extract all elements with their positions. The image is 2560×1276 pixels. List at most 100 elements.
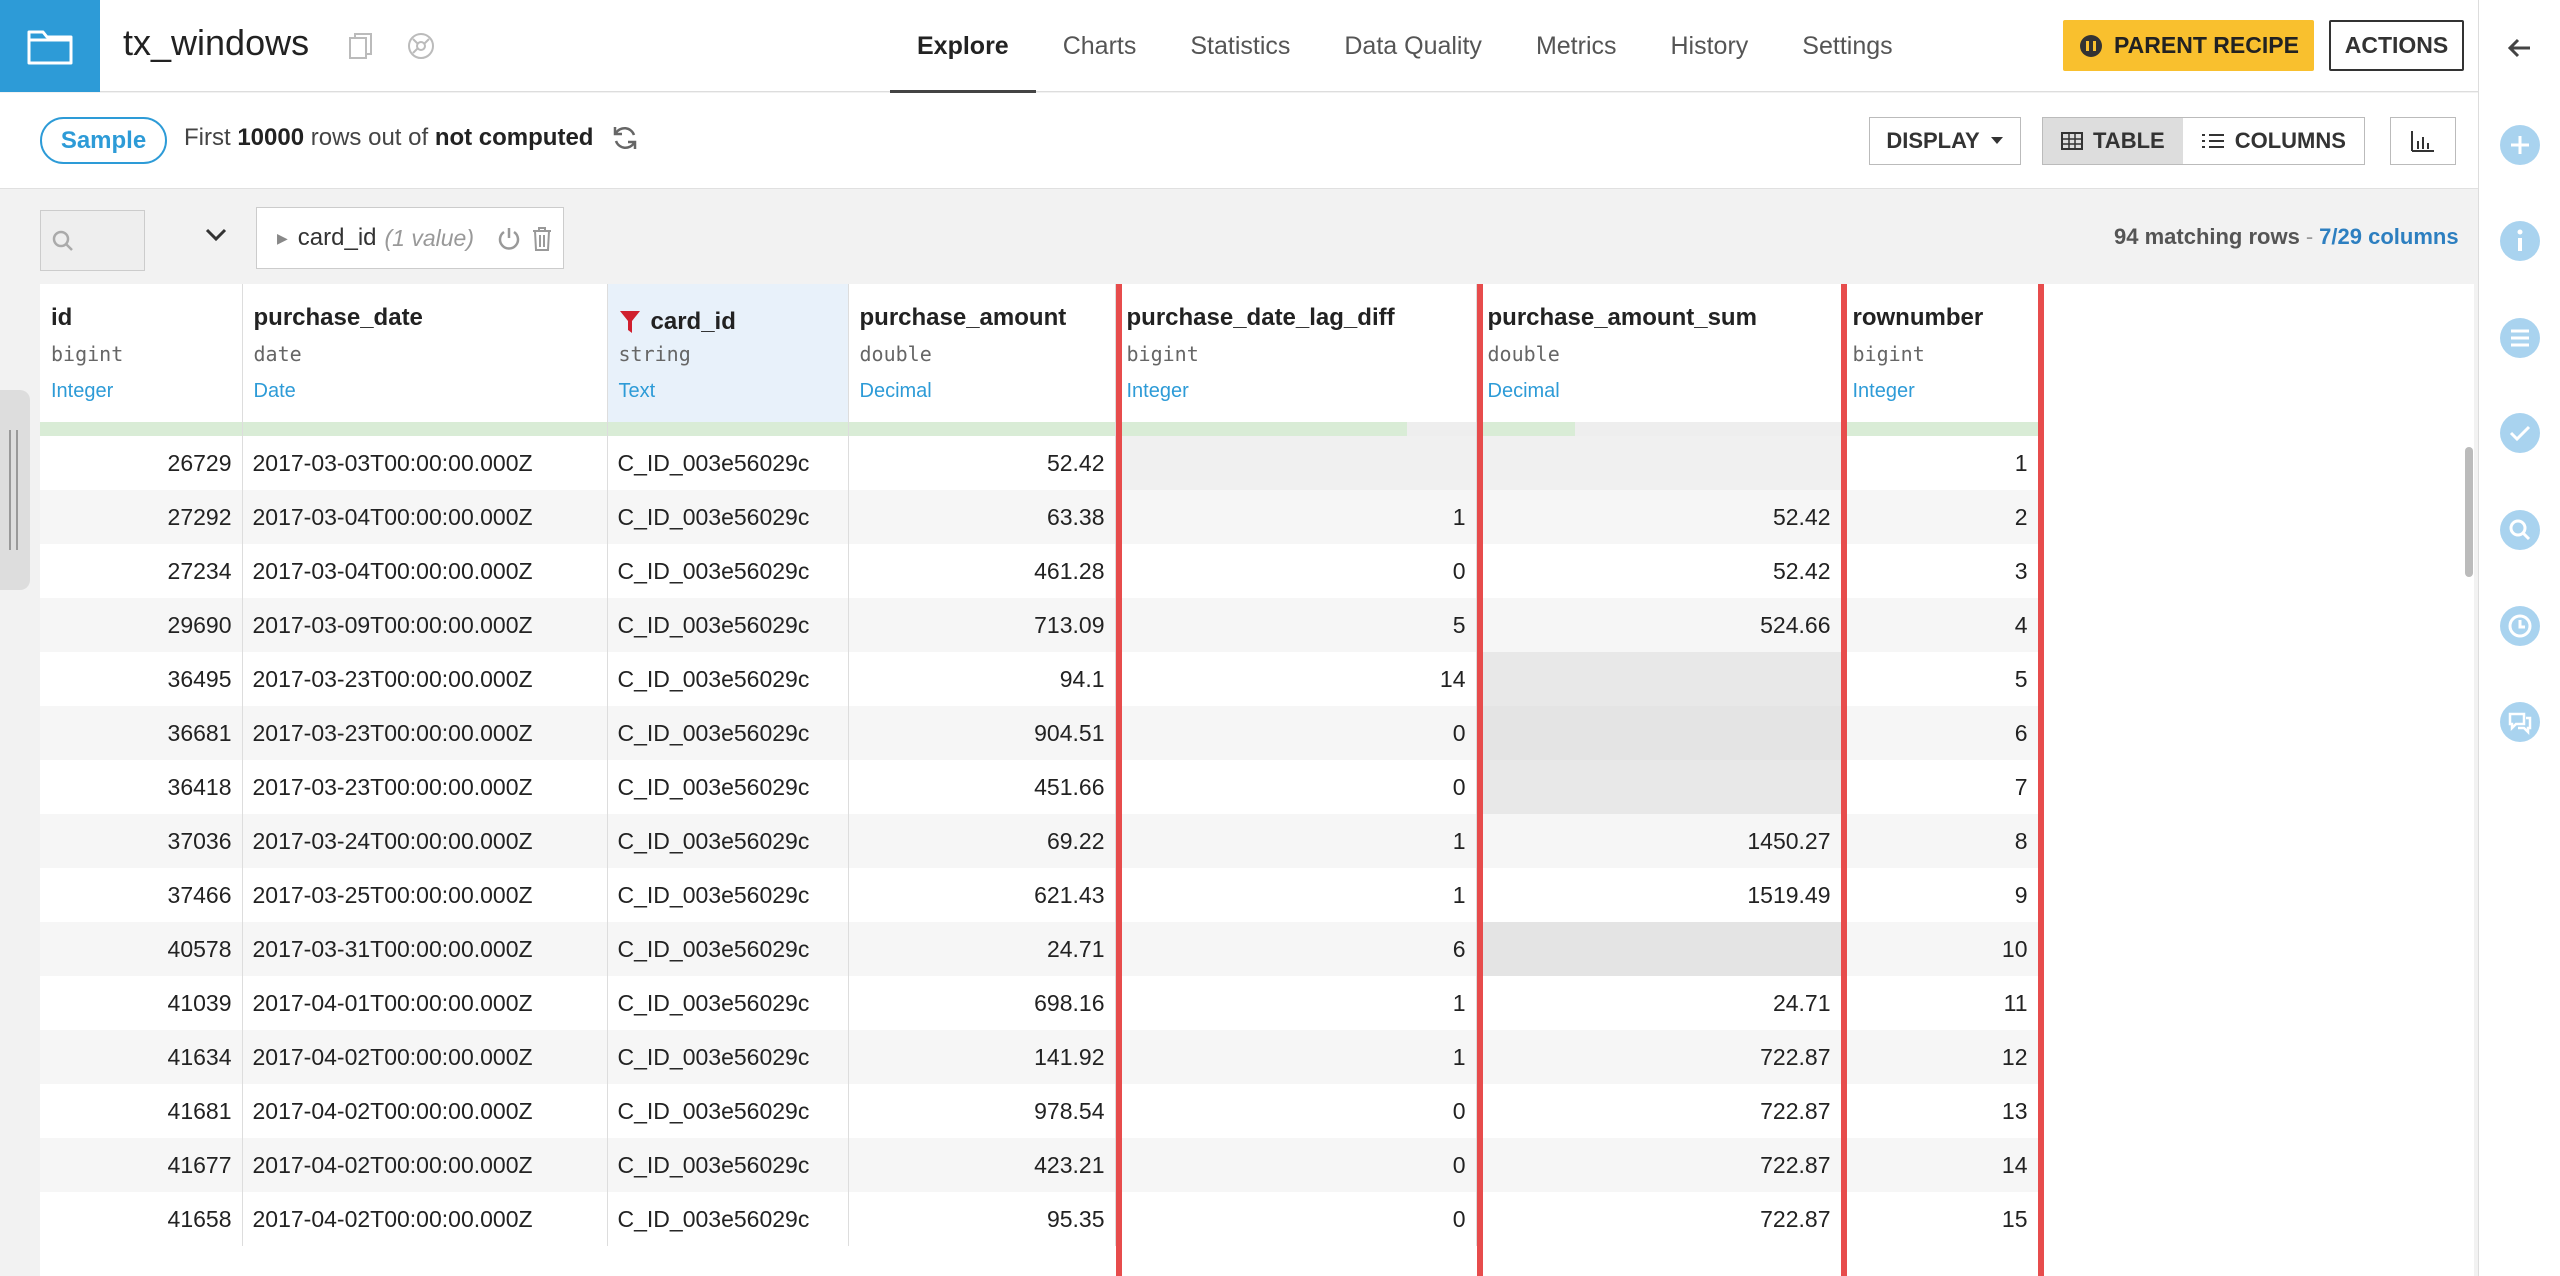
- table-cell[interactable]: 15: [1841, 1192, 2039, 1246]
- actions-button[interactable]: ACTIONS: [2329, 20, 2464, 71]
- column-header-rownumber[interactable]: rownumber bigint Integer: [1841, 284, 2039, 436]
- table-cell[interactable]: 3: [1841, 544, 2039, 598]
- table-cell[interactable]: 2017-03-24T00:00:00.000Z: [242, 814, 608, 868]
- table-cell[interactable]: 63.38: [848, 490, 1116, 544]
- table-cell[interactable]: 1: [1115, 1030, 1477, 1084]
- table-cell[interactable]: 621.43: [848, 868, 1116, 922]
- table-cell[interactable]: 26729: [40, 436, 243, 490]
- expand-triangle-icon[interactable]: ▶: [277, 230, 288, 247]
- table-cell[interactable]: 52.42: [1476, 544, 1842, 598]
- table-cell[interactable]: 698.16: [848, 976, 1116, 1030]
- table-cell[interactable]: 2017-03-23T00:00:00.000Z: [242, 652, 608, 706]
- table-cell[interactable]: 2017-03-23T00:00:00.000Z: [242, 706, 608, 760]
- table-cell[interactable]: 2017-04-02T00:00:00.000Z: [242, 1084, 608, 1138]
- table-cell[interactable]: C_ID_003e56029c: [607, 922, 849, 976]
- left-panel-handle[interactable]: [0, 390, 30, 590]
- tab-explore[interactable]: Explore: [890, 0, 1036, 93]
- parent-recipe-button[interactable]: PARENT RECIPE: [2063, 20, 2314, 71]
- search-input[interactable]: [81, 223, 141, 259]
- table-cell[interactable]: C_ID_003e56029c: [607, 1138, 849, 1192]
- table-cell[interactable]: C_ID_003e56029c: [607, 490, 849, 544]
- table-cell[interactable]: 8: [1841, 814, 2039, 868]
- table-cell[interactable]: 41658: [40, 1192, 243, 1246]
- table-cell[interactable]: 41634: [40, 1030, 243, 1084]
- column-meaning[interactable]: Text: [608, 378, 848, 418]
- table-cell[interactable]: 36418: [40, 760, 243, 814]
- table-cell[interactable]: 2017-03-31T00:00:00.000Z: [242, 922, 608, 976]
- vertical-scrollbar[interactable]: [2465, 447, 2473, 577]
- column-header-card-id[interactable]: card_id string Text: [607, 284, 849, 436]
- table-cell[interactable]: 141.92: [848, 1030, 1116, 1084]
- table-cell[interactable]: 2017-04-02T00:00:00.000Z: [242, 1192, 608, 1246]
- filter-chip-card-id[interactable]: ▶ card_id (1 value): [256, 207, 564, 269]
- table-cell[interactable]: 41677: [40, 1138, 243, 1192]
- tab-data-quality[interactable]: Data Quality: [1317, 0, 1509, 92]
- table-cell[interactable]: 69.22: [848, 814, 1116, 868]
- table-cell[interactable]: 2017-03-09T00:00:00.000Z: [242, 598, 608, 652]
- tab-settings[interactable]: Settings: [1775, 0, 1919, 92]
- table-cell[interactable]: 52.42: [848, 436, 1116, 490]
- table-cell[interactable]: 41039: [40, 976, 243, 1030]
- table-cell[interactable]: C_ID_003e56029c: [607, 652, 849, 706]
- table-cell[interactable]: C_ID_003e56029c: [607, 976, 849, 1030]
- display-dropdown[interactable]: DISPLAY: [1869, 117, 2021, 165]
- table-cell[interactable]: 1519.49: [1476, 868, 1842, 922]
- table-cell[interactable]: 7: [1841, 760, 2039, 814]
- table-cell[interactable]: 2017-03-03T00:00:00.000Z: [242, 436, 608, 490]
- column-meaning[interactable]: Decimal: [849, 378, 1115, 418]
- table-cell[interactable]: C_ID_003e56029c: [607, 598, 849, 652]
- column-meaning[interactable]: Date: [243, 378, 607, 418]
- column-header-purchase-date-lag-diff[interactable]: purchase_date_lag_diff bigint Integer: [1115, 284, 1477, 436]
- table-cell[interactable]: 978.54: [848, 1084, 1116, 1138]
- table-cell[interactable]: 37466: [40, 868, 243, 922]
- table-cell[interactable]: 1: [1115, 490, 1477, 544]
- table-cell[interactable]: 4: [1841, 598, 2039, 652]
- table-cell[interactable]: 722.87: [1476, 1192, 1842, 1246]
- check-icon[interactable]: [2498, 411, 2542, 455]
- table-cell[interactable]: 27292: [40, 490, 243, 544]
- table-cell[interactable]: 0: [1115, 544, 1477, 598]
- column-header-id[interactable]: id bigint Integer: [40, 284, 243, 436]
- chart-toggle-button[interactable]: [2390, 117, 2456, 165]
- tab-history[interactable]: History: [1644, 0, 1776, 92]
- table-cell[interactable]: 0: [1115, 760, 1477, 814]
- table-cell[interactable]: 6: [1115, 922, 1477, 976]
- table-cell[interactable]: 2017-03-25T00:00:00.000Z: [242, 868, 608, 922]
- table-cell[interactable]: C_ID_003e56029c: [607, 760, 849, 814]
- table-cell[interactable]: [1476, 706, 1842, 760]
- table-cell[interactable]: 9: [1841, 868, 2039, 922]
- table-view-button[interactable]: TABLE: [2043, 118, 2183, 164]
- dataset-folder-icon[interactable]: [0, 0, 100, 92]
- table-cell[interactable]: 12: [1841, 1030, 2039, 1084]
- column-meaning[interactable]: Decimal: [1477, 378, 1841, 418]
- table-cell[interactable]: 41681: [40, 1084, 243, 1138]
- table-cell[interactable]: 24.71: [1476, 976, 1842, 1030]
- table-cell[interactable]: 1: [1115, 814, 1477, 868]
- columns-count-link[interactable]: 7/29 columns: [2319, 224, 2458, 249]
- table-cell[interactable]: 2017-04-02T00:00:00.000Z: [242, 1138, 608, 1192]
- column-meaning[interactable]: Integer: [1116, 378, 1476, 418]
- table-cell[interactable]: 722.87: [1476, 1138, 1842, 1192]
- table-cell[interactable]: 524.66: [1476, 598, 1842, 652]
- table-cell[interactable]: 94.1: [848, 652, 1116, 706]
- table-cell[interactable]: C_ID_003e56029c: [607, 1084, 849, 1138]
- table-cell[interactable]: 10: [1841, 922, 2039, 976]
- power-icon[interactable]: [497, 226, 521, 252]
- table-cell[interactable]: 27234: [40, 544, 243, 598]
- tab-metrics[interactable]: Metrics: [1509, 0, 1644, 92]
- table-cell[interactable]: 5: [1841, 652, 2039, 706]
- table-cell[interactable]: C_ID_003e56029c: [607, 1192, 849, 1246]
- table-cell[interactable]: 1450.27: [1476, 814, 1842, 868]
- table-cell[interactable]: 37036: [40, 814, 243, 868]
- table-cell[interactable]: 2017-03-23T00:00:00.000Z: [242, 760, 608, 814]
- table-cell[interactable]: 0: [1115, 1084, 1477, 1138]
- sample-button[interactable]: Sample: [40, 117, 167, 164]
- chevron-down-icon[interactable]: [205, 228, 227, 242]
- table-cell[interactable]: [1476, 760, 1842, 814]
- table-cell[interactable]: 24.71: [848, 922, 1116, 976]
- column-header-purchase-amount-sum[interactable]: purchase_amount_sum double Decimal: [1476, 284, 1842, 436]
- info-icon[interactable]: [2498, 219, 2542, 263]
- table-cell[interactable]: C_ID_003e56029c: [607, 1030, 849, 1084]
- table-cell[interactable]: 13: [1841, 1084, 2039, 1138]
- table-cell[interactable]: 2017-04-02T00:00:00.000Z: [242, 1030, 608, 1084]
